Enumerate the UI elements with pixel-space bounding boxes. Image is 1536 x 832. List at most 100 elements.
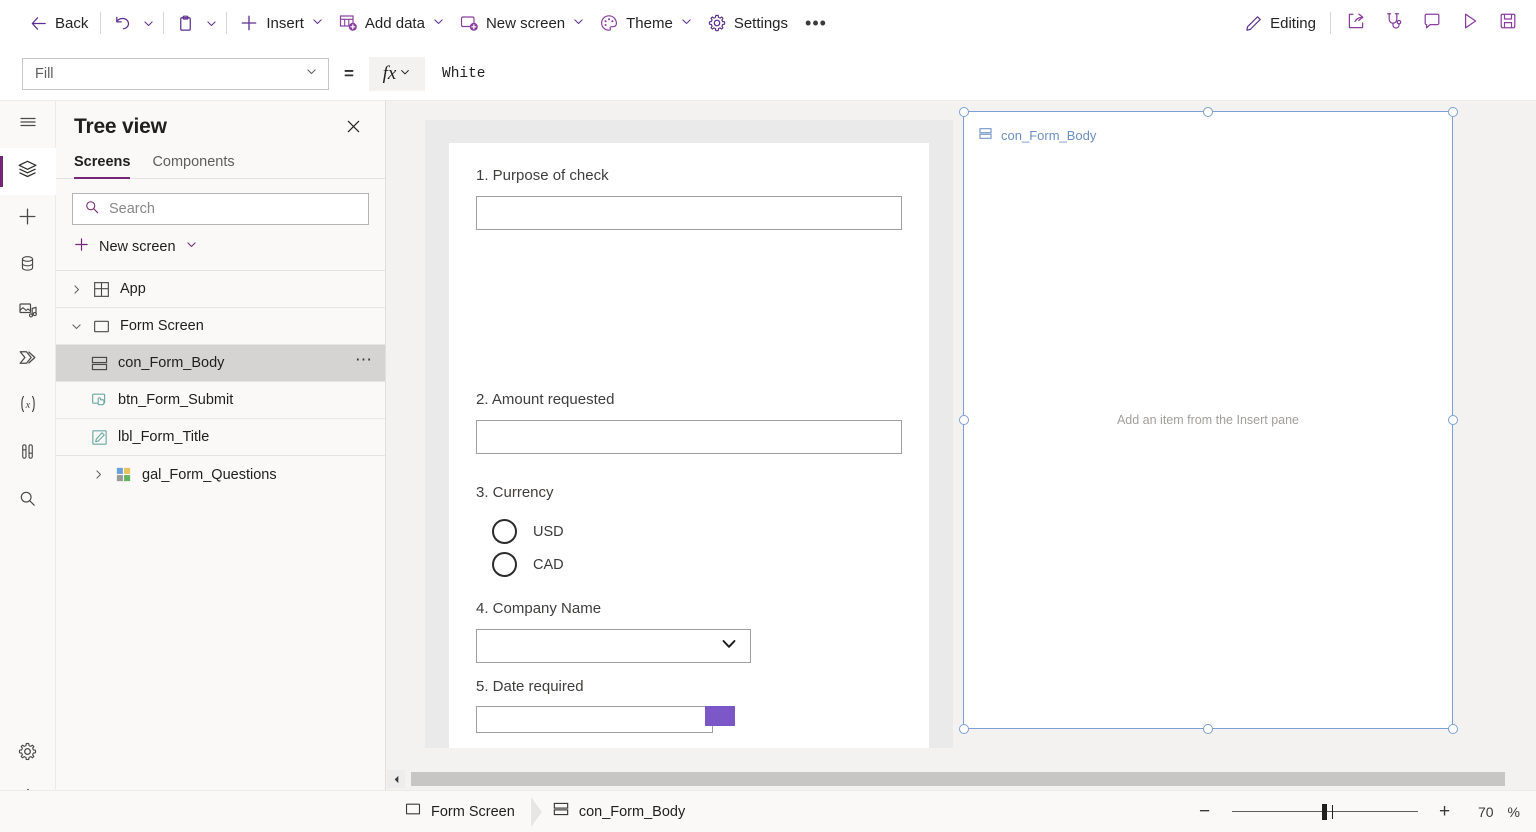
tab-components[interactable]: Components: [152, 154, 234, 178]
formula-bar: Fill = fx White: [0, 47, 1536, 101]
editing-mode-button[interactable]: Editing: [1237, 7, 1323, 39]
new-screen-button-panel[interactable]: New screen: [56, 225, 385, 271]
question-4-dropdown[interactable]: [476, 629, 751, 663]
sidebar-item-tree-view[interactable]: [0, 148, 56, 195]
chevron-right-icon[interactable]: [64, 283, 88, 296]
zoom-in-button[interactable]: +: [1432, 799, 1458, 825]
settings-gear-icon: [707, 13, 727, 33]
scroll-left-button[interactable]: [387, 770, 405, 788]
formula-input[interactable]: White: [425, 57, 1536, 91]
question-5-date-picker[interactable]: [476, 706, 902, 733]
date-input[interactable]: [476, 706, 713, 733]
plus-icon: [73, 236, 90, 258]
sidebar-item-app-checker[interactable]: [0, 430, 56, 477]
breadcrumb-form-screen[interactable]: Form Screen: [396, 797, 529, 827]
add-data-button[interactable]: Add data: [331, 7, 452, 39]
sidebar-item-media[interactable]: [0, 289, 56, 336]
context-menu-button[interactable]: ⋯: [355, 357, 373, 369]
radio-option-usd[interactable]: USD: [476, 519, 902, 544]
svg-text:x: x: [24, 400, 30, 411]
settings-button[interactable]: Settings: [700, 7, 795, 39]
container-icon: [86, 354, 112, 373]
fx-button[interactable]: fx: [369, 57, 425, 91]
tree-node-form-screen[interactable]: Form Screen: [56, 308, 385, 345]
save-publish-button[interactable]: [1490, 7, 1526, 39]
editing-label: Editing: [1270, 15, 1316, 32]
zoom-out-button[interactable]: −: [1192, 799, 1218, 825]
search-icon: [17, 488, 38, 514]
tab-screens[interactable]: Screens: [74, 154, 130, 178]
chevron-down-icon: [305, 65, 318, 82]
screen-icon: [88, 317, 114, 336]
property-selector[interactable]: Fill: [22, 58, 329, 90]
undo-dropdown[interactable]: [139, 17, 158, 30]
scrollbar-thumb[interactable]: [411, 772, 1505, 786]
theme-button[interactable]: Theme: [592, 7, 700, 39]
spacer: [476, 230, 902, 391]
sidebar-item-variables[interactable]: x: [0, 383, 56, 430]
tree-node-lbl-form-title[interactable]: lbl_Form_Title: [56, 419, 385, 456]
back-button[interactable]: Back: [22, 7, 95, 39]
settings-label: Settings: [734, 15, 788, 32]
tree-node-app[interactable]: App: [56, 271, 385, 308]
resize-handle-top-left[interactable]: [959, 107, 969, 117]
radio-option-cad[interactable]: CAD: [476, 552, 902, 577]
share-button[interactable]: [1338, 7, 1374, 39]
insert-button[interactable]: Insert: [232, 7, 331, 39]
app-checker-button[interactable]: [1376, 7, 1412, 39]
new-screen-button[interactable]: New screen: [452, 7, 592, 39]
data-icon: [17, 253, 38, 279]
new-screen-label: New screen: [486, 15, 565, 32]
preview-app-button[interactable]: [1452, 7, 1488, 39]
resize-handle-top-center[interactable]: [1203, 107, 1213, 117]
paste-button[interactable]: [169, 7, 202, 39]
resize-handle-bottom-left[interactable]: [959, 724, 969, 734]
tree-view-header: Tree view: [56, 101, 385, 143]
overflow-menu-button[interactable]: •••: [795, 7, 837, 39]
resize-handle-bottom-right[interactable]: [1448, 724, 1458, 734]
scrollbar-track[interactable]: [405, 772, 1536, 786]
calendar-button-icon[interactable]: [705, 706, 735, 726]
undo-button[interactable]: [106, 7, 139, 39]
breadcrumb-con-form-body[interactable]: con_Form_Body: [544, 797, 699, 827]
sidebar-item-power-automate[interactable]: [0, 336, 56, 383]
empty-container-message: Add an item from the Insert pane: [964, 413, 1452, 427]
resize-handle-middle-right[interactable]: [1448, 415, 1458, 425]
selected-container-con-form-body[interactable]: con_Form_Body Add an item from the Inser…: [963, 111, 1453, 729]
resize-handle-middle-left[interactable]: [959, 415, 969, 425]
paste-dropdown[interactable]: [202, 17, 221, 30]
zoom-slider[interactable]: [1232, 803, 1418, 821]
sidebar-item-data[interactable]: [0, 242, 56, 289]
chevron-right-icon[interactable]: [86, 468, 110, 481]
canvas-horizontal-scrollbar[interactable]: [386, 768, 1536, 790]
selected-control-label: con_Form_Body: [978, 126, 1096, 144]
question-2-text-input[interactable]: [476, 420, 902, 454]
close-panel-button[interactable]: [339, 115, 367, 143]
divider: [163, 12, 164, 34]
resize-handle-bottom-center[interactable]: [1203, 724, 1213, 734]
sidebar-item-insert[interactable]: [0, 195, 56, 242]
rail-settings-button[interactable]: [0, 730, 56, 777]
breadcrumb-label: con_Form_Body: [579, 804, 685, 820]
clipboard-icon: [176, 14, 195, 33]
spacer: [476, 663, 902, 678]
new-screen-icon: [459, 13, 479, 33]
tree-node-con-form-body[interactable]: con_Form_Body ⋯: [56, 345, 385, 382]
sidebar-item-search[interactable]: [0, 477, 56, 524]
canvas-area[interactable]: 1. Purpose of check 2. Amount requested …: [386, 101, 1536, 768]
back-label: Back: [55, 15, 88, 32]
zoom-level-value: 70: [1472, 804, 1494, 820]
share-icon: [1346, 11, 1366, 36]
chevron-down-icon[interactable]: [64, 320, 88, 333]
divider: [100, 12, 101, 34]
resize-handle-top-right[interactable]: [1448, 107, 1458, 117]
search-box[interactable]: [72, 193, 369, 225]
tree-node-btn-form-submit[interactable]: btn_Form_Submit: [56, 382, 385, 419]
theme-label: Theme: [626, 15, 673, 32]
zoom-slider-thumb[interactable]: [1322, 804, 1327, 820]
comments-button[interactable]: [1414, 7, 1450, 39]
hamburger-menu-button[interactable]: [0, 101, 56, 148]
question-1-text-input[interactable]: [476, 196, 902, 230]
search-input[interactable]: [109, 201, 357, 217]
tree-node-gal-form-questions[interactable]: gal_Form_Questions: [56, 456, 385, 493]
